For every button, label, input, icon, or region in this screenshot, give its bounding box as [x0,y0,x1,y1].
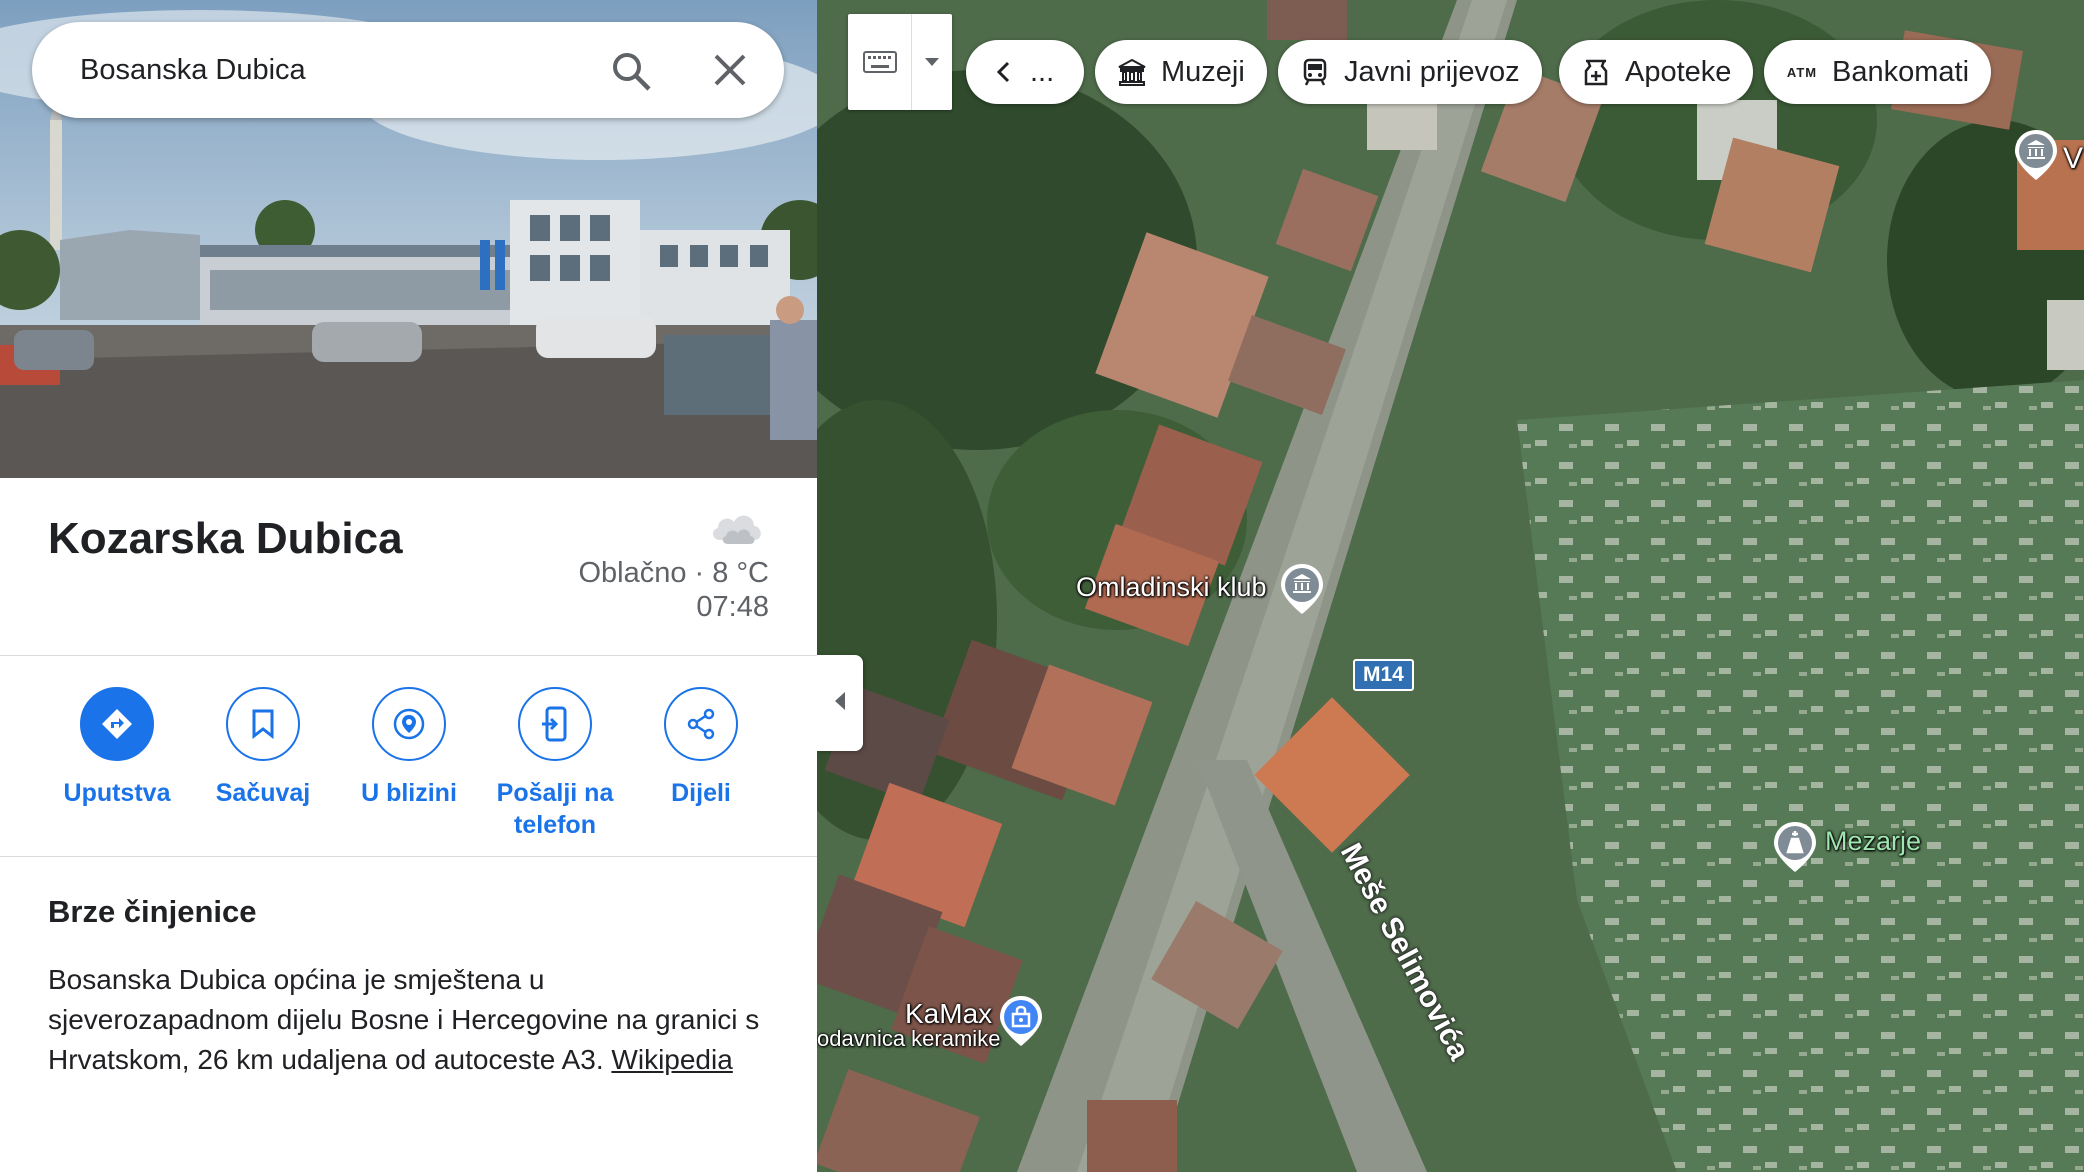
weather-text: Oblačno · 8 °C [578,557,769,589]
pharmacy-icon [1579,55,1613,89]
cloud-icon [712,515,761,544]
chevron-down-icon[interactable] [912,14,952,110]
directions-icon [80,687,154,761]
keyboard-icon[interactable] [848,14,912,110]
more-chips-label: ... [1030,55,1055,88]
bookmark-icon [226,687,300,761]
directions-button[interactable]: Uputstva [44,687,190,809]
nearby-label: U blizini [361,779,457,807]
place-panel: Kozarska Dubica Oblačno · 8 °C 07:48 Upu… [0,0,817,1172]
atm-icon: ATM [1786,64,1818,80]
maps-app: ... Muzeji Javni prijevoz Apoteke ATM Ba… [0,0,2084,1172]
poi-label-edge[interactable]: V [2063,142,2083,176]
chip-atms-label: Bankomati [1832,55,1970,88]
place-header: Kozarska Dubica Oblačno · 8 °C 07:48 [0,478,817,656]
quick-facts-text: Bosanska Dubica općina je smještena u sj… [48,960,769,1080]
page-title: Kozarska Dubica [48,514,403,563]
chip-museums[interactable]: Muzeji [1095,40,1267,104]
send-to-phone-label: Pošalji na telefon [496,779,614,839]
chevron-left-icon [986,55,1020,89]
transit-icon [1298,55,1332,89]
nearby-button[interactable]: U blizini [336,687,482,809]
share-label: Dijeli [671,779,731,807]
save-button[interactable]: Sačuvaj [190,687,336,809]
poi-label-omladinski-klub[interactable]: Omladinski klub [1076,572,1267,603]
save-label: Sačuvaj [215,779,311,807]
send-to-phone-button[interactable]: Pošalji na telefon [482,687,628,841]
local-time: 07:48 [696,591,769,623]
chip-transit-label: Javni prijevoz [1344,55,1520,88]
nearby-icon [372,687,446,761]
caret-left-icon [834,691,846,716]
action-bar: Uputstva Sačuvaj U blizini Pošalji na te… [0,657,817,857]
poi-label-mezarje[interactable]: Mezarje [1825,826,1921,857]
search-icon[interactable] [610,50,652,92]
road-shield-m14: M14 [1353,659,1414,691]
chip-atms[interactable]: ATM Bankomati [1764,40,1992,104]
input-tools-button[interactable] [848,14,952,110]
museum-pin-icon[interactable] [1279,562,1325,616]
museum-pin-icon[interactable] [2013,128,2059,182]
chip-pharmacies[interactable]: Apoteke [1559,40,1754,104]
search-input[interactable] [80,53,580,87]
collapse-panel-button[interactable] [817,655,863,751]
send-to-phone-icon [518,687,592,761]
quick-facts: Brze činjenice Bosanska Dubica općina je… [0,858,817,1080]
share-icon [664,687,738,761]
museum-icon [1115,55,1149,89]
satellite-map[interactable]: ... Muzeji Javni prijevoz Apoteke ATM Ba… [817,0,2084,1172]
chips-back-button[interactable]: ... [966,40,1084,104]
wikipedia-link[interactable]: Wikipedia [611,1044,732,1075]
share-button[interactable]: Dijeli [628,687,774,809]
chip-transit[interactable]: Javni prijevoz [1278,40,1542,104]
shopping-pin-icon[interactable] [998,994,1044,1048]
cemetery-pin-icon[interactable] [1772,820,1818,874]
quick-facts-heading: Brze činjenice [48,894,257,929]
directions-label: Uputstva [63,779,171,807]
chip-pharmacies-label: Apoteke [1625,55,1732,88]
poi-label-kamax-type: odavnica keramike [817,1026,1001,1051]
search-box[interactable] [32,22,784,118]
close-icon[interactable] [712,52,748,88]
chip-museums-label: Muzeji [1161,55,1245,88]
weather-info: Oblačno · 8 °C 07:48 [578,556,769,624]
